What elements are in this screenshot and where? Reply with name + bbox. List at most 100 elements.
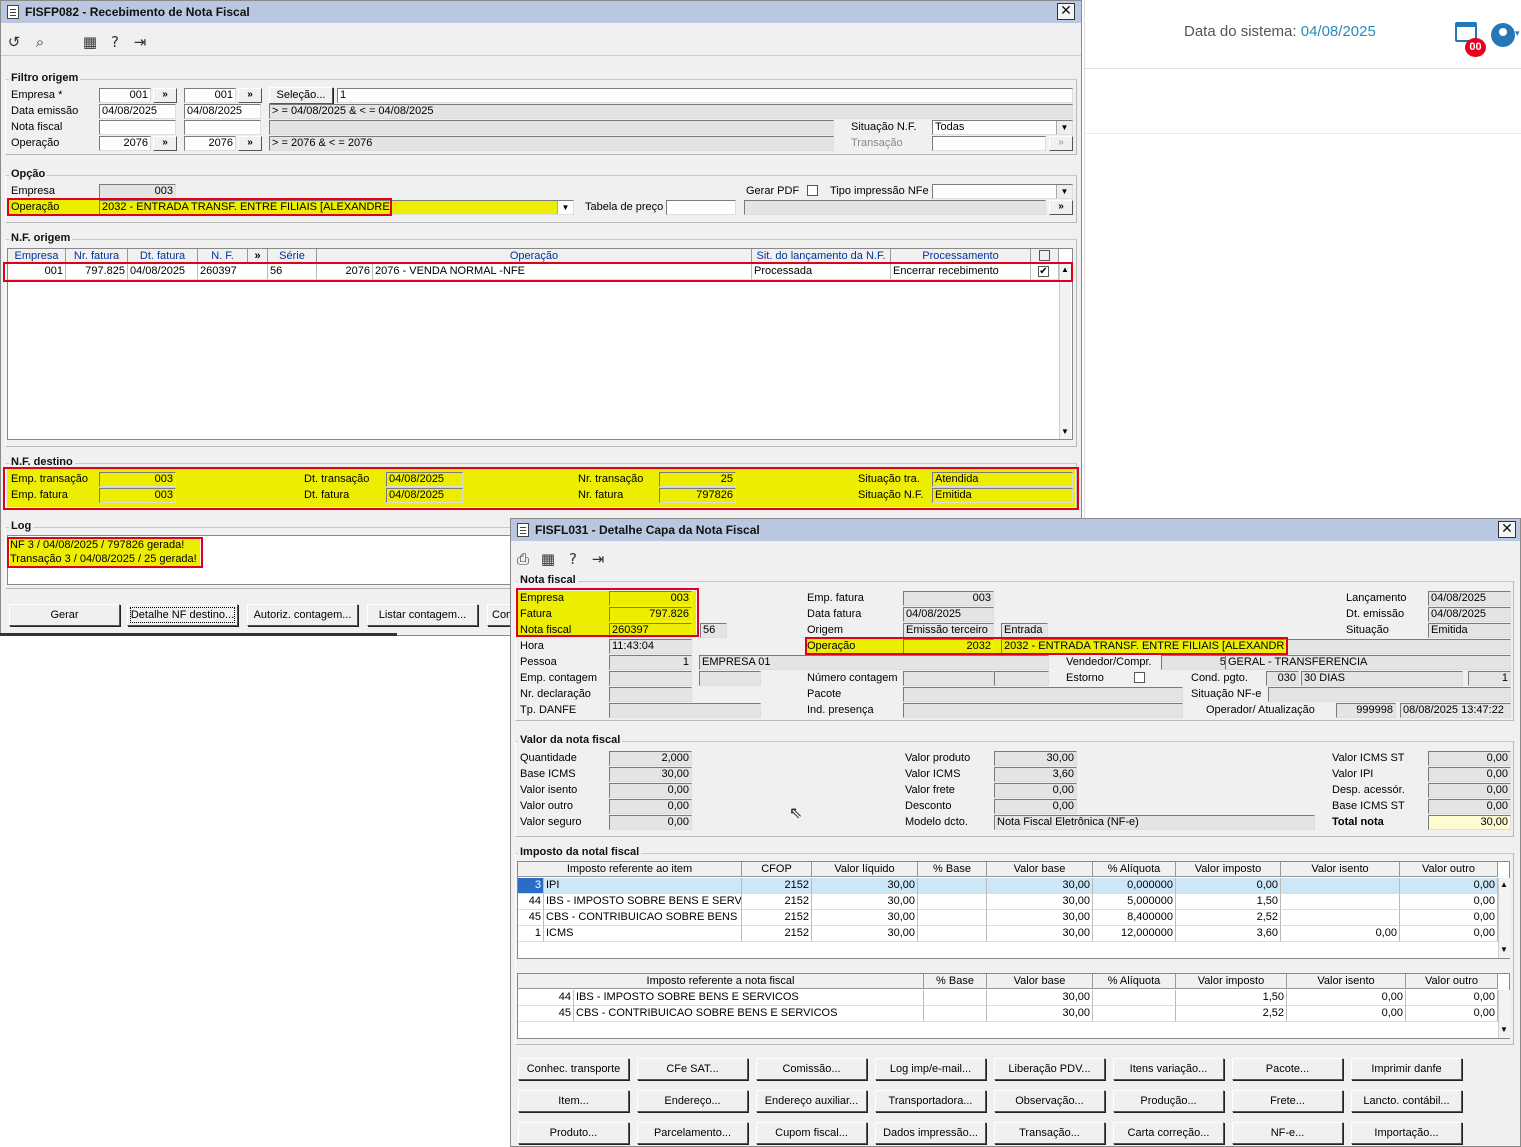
col-header-sit-lancamento[interactable]: Sit. do lançamento da N.F. bbox=[752, 249, 891, 264]
col-header-pct-base[interactable]: % Base bbox=[918, 862, 987, 877]
item-cell-pct-base[interactable] bbox=[918, 894, 987, 910]
item-cell-valor-liquido[interactable]: 30,00 bbox=[812, 894, 918, 910]
endereco-button[interactable]: Endereço... bbox=[637, 1090, 748, 1112]
dados-impressao-button[interactable]: Dados impressão... bbox=[875, 1122, 986, 1144]
data-emissao-de-field[interactable]: 04/08/2025 bbox=[99, 104, 176, 119]
calendar-icon[interactable]: ▦ bbox=[538, 549, 558, 569]
item-cell-pct-base[interactable] bbox=[918, 910, 987, 926]
col-header-processamento[interactable]: Processamento bbox=[891, 249, 1031, 264]
item-cell-codigo[interactable]: 1 bbox=[518, 926, 544, 942]
empresa-de-field[interactable]: 001 bbox=[99, 88, 151, 103]
scroll-down-icon[interactable]: ▼ bbox=[1500, 945, 1508, 954]
item-cell-valor-base[interactable]: 30,00 bbox=[987, 910, 1093, 926]
col-header-expand[interactable]: » bbox=[248, 249, 268, 264]
col-header-aliquota[interactable]: % Alíquota bbox=[1093, 862, 1176, 877]
cell-select[interactable]: ✔ bbox=[1031, 264, 1059, 280]
item-cell-aliquota[interactable]: 5,000000 bbox=[1093, 894, 1176, 910]
cupom-fiscal-button[interactable]: Cupom fiscal... bbox=[756, 1122, 867, 1144]
produto-button[interactable]: Produto... bbox=[518, 1122, 629, 1144]
nota-cell-valor-outro[interactable]: 0,00 bbox=[1406, 1006, 1498, 1022]
nota-cell-aliquota[interactable] bbox=[1093, 990, 1176, 1006]
col-header-valor-isento[interactable]: Valor isento bbox=[1281, 862, 1400, 877]
carta-correcao-button[interactable]: Carta correção... bbox=[1113, 1122, 1224, 1144]
col-header-imposto-nota[interactable]: Imposto referente a nota fiscal bbox=[518, 974, 924, 989]
cell-operacao[interactable]: 2076 - VENDA NORMAL -NFE bbox=[373, 264, 752, 280]
cell-serie[interactable]: 56 bbox=[268, 264, 317, 280]
nota-cell-aliquota[interactable] bbox=[1093, 1006, 1176, 1022]
cell-nr-fatura[interactable]: 797.825 bbox=[66, 264, 128, 280]
item-cell-cfop[interactable]: 2152 bbox=[742, 894, 812, 910]
nf-origem-scrollbar[interactable] bbox=[1059, 264, 1071, 439]
close-button[interactable]: ✕ bbox=[1498, 521, 1516, 538]
endereco-auxiliar-button[interactable]: Endereço auxiliar... bbox=[756, 1090, 867, 1112]
item-cell-valor-base[interactable]: 30,00 bbox=[987, 926, 1093, 942]
nota-cell-valor-imposto[interactable]: 1,50 bbox=[1176, 990, 1287, 1006]
col-header-serie[interactable]: Série bbox=[268, 249, 317, 264]
nota-fiscal-de-field[interactable] bbox=[99, 120, 176, 135]
opcao-operacao-select[interactable]: 2032 - ENTRADA TRANSF. ENTRE FILIAIS [AL… bbox=[99, 200, 574, 215]
cfe-sat-button[interactable]: CFe SAT... bbox=[637, 1058, 748, 1080]
comissao-button[interactable]: Comissão... bbox=[756, 1058, 867, 1080]
window-titlebar[interactable]: FISFL031 - Detalhe Capa da Nota Fiscal ✕ bbox=[511, 519, 1520, 541]
listar-contagem-button[interactable]: Listar contagem... bbox=[367, 604, 478, 626]
item-cell-valor-outro[interactable]: 0,00 bbox=[1400, 878, 1498, 894]
scroll-up-icon[interactable]: ▲ bbox=[1061, 265, 1069, 274]
item-cell-cfop[interactable]: 2152 bbox=[742, 926, 812, 942]
exit-icon[interactable]: ⇥ bbox=[588, 549, 608, 569]
importacao-button[interactable]: Importação... bbox=[1351, 1122, 1462, 1144]
nota-cell-imposto[interactable]: IBS - IMPOSTO SOBRE BENS E SERVICOS bbox=[574, 990, 924, 1006]
item-button[interactable]: Item... bbox=[518, 1090, 629, 1112]
col-header-cfop[interactable]: CFOP bbox=[742, 862, 812, 877]
col-header-operacao[interactable]: Operação bbox=[317, 249, 752, 264]
help-icon[interactable]: ? bbox=[105, 32, 125, 52]
item-cell-valor-isento[interactable] bbox=[1281, 910, 1400, 926]
item-cell-codigo[interactable]: 44 bbox=[518, 894, 544, 910]
col-header-dt-fatura[interactable]: Dt. fatura bbox=[128, 249, 198, 264]
item-cell-valor-liquido[interactable]: 30,00 bbox=[812, 878, 918, 894]
item-cell-pct-base[interactable] bbox=[918, 926, 987, 942]
estorno-checkbox[interactable] bbox=[1134, 672, 1145, 683]
operacao-ate-expand-button[interactable]: » bbox=[238, 136, 262, 151]
chevron-down-icon[interactable]: ▼ bbox=[1056, 185, 1072, 198]
empresa-ate-field[interactable]: 001 bbox=[184, 88, 236, 103]
operacao-de-field[interactable]: 2076 bbox=[99, 136, 151, 151]
cell-nf[interactable]: 260397 bbox=[198, 264, 268, 280]
item-cell-valor-isento[interactable] bbox=[1281, 894, 1400, 910]
col-header-nf[interactable]: N. F. bbox=[198, 249, 248, 264]
nota-cell-valor-isento[interactable]: 0,00 bbox=[1287, 1006, 1406, 1022]
item-cell-codigo[interactable]: 45 bbox=[518, 910, 544, 926]
item-cell-valor-outro[interactable]: 0,00 bbox=[1400, 894, 1498, 910]
item-cell-valor-base[interactable]: 30,00 bbox=[987, 878, 1093, 894]
col-header-nota-aliquota[interactable]: % Alíquota bbox=[1093, 974, 1176, 989]
item-cell-valor-outro[interactable]: 0,00 bbox=[1400, 926, 1498, 942]
col-header-empresa[interactable]: Empresa bbox=[8, 249, 66, 264]
item-cell-valor-imposto[interactable]: 0,00 bbox=[1176, 878, 1281, 894]
col-header-nota-valor-imposto[interactable]: Valor imposto bbox=[1176, 974, 1287, 989]
item-cell-valor-liquido[interactable]: 30,00 bbox=[812, 926, 918, 942]
item-cell-imposto[interactable]: IPI bbox=[544, 878, 742, 894]
item-cell-pct-base[interactable] bbox=[918, 878, 987, 894]
cell-empresa[interactable]: 001 bbox=[8, 264, 66, 280]
tipo-impressao-select[interactable]: ▼ bbox=[932, 184, 1073, 199]
liberacao-pdv-button[interactable]: Liberação PDV... bbox=[994, 1058, 1105, 1080]
transacao-lookup-button[interactable]: » bbox=[1049, 136, 1073, 151]
producao-button[interactable]: Produção... bbox=[1113, 1090, 1224, 1112]
frete-button[interactable]: Frete... bbox=[1232, 1090, 1343, 1112]
search-icon[interactable]: ⌕ bbox=[30, 32, 50, 52]
observacao-button[interactable]: Observação... bbox=[994, 1090, 1105, 1112]
item-cell-valor-outro[interactable]: 0,00 bbox=[1400, 910, 1498, 926]
item-cell-aliquota[interactable]: 0,000000 bbox=[1093, 878, 1176, 894]
cell-processamento[interactable]: Encerrar recebimento bbox=[891, 264, 1031, 280]
exit-icon[interactable]: ⇥ bbox=[130, 32, 150, 52]
gerar-pdf-checkbox[interactable] bbox=[807, 185, 818, 196]
transportadora-button[interactable]: Transportadora... bbox=[875, 1090, 986, 1112]
tabela-preco-lookup-button[interactable]: » bbox=[1049, 200, 1073, 215]
col-header-valor-liquido[interactable]: Valor líquido bbox=[812, 862, 918, 877]
col-header-valor-imposto[interactable]: Valor imposto bbox=[1176, 862, 1281, 877]
operacao-expand-button[interactable]: » bbox=[153, 136, 177, 151]
item-cell-aliquota[interactable]: 12,000000 bbox=[1093, 926, 1176, 942]
chevron-down-icon[interactable]: ▾ bbox=[1515, 28, 1520, 39]
nota-cell-valor-base[interactable]: 30,00 bbox=[987, 1006, 1093, 1022]
parcelamento-button[interactable]: Parcelamento... bbox=[637, 1122, 748, 1144]
nota-cell-codigo[interactable]: 45 bbox=[518, 1006, 574, 1022]
